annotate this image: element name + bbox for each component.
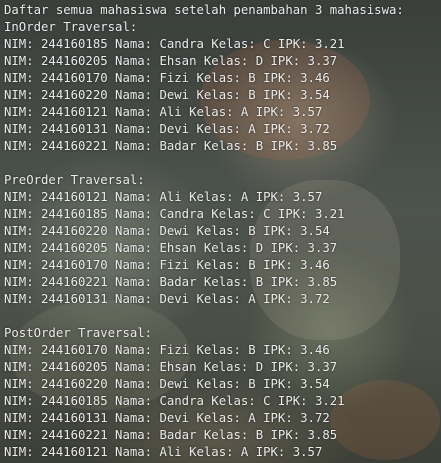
output-line: NIM: 244160221 Nama: Badar Kelas: B IPK:… — [4, 428, 338, 442]
output-line: NIM: 244160205 Nama: Ehsan Kelas: D IPK:… — [4, 360, 338, 374]
terminal-window[interactable]: Daftar semua mahasiswa setelah penambaha… — [0, 0, 441, 463]
output-line: NIM: 244160131 Nama: Devi Kelas: A IPK: … — [4, 411, 330, 425]
output-line: NIM: 244160170 Nama: Fizi Kelas: B IPK: … — [4, 71, 330, 85]
output-heading: Daftar semua mahasiswa setelah penambaha… — [4, 3, 404, 17]
output-line: NIM: 244160221 Nama: Badar Kelas: B IPK:… — [4, 139, 338, 153]
preorder-section-title: PreOrder Traversal: — [4, 173, 145, 187]
output-line: NIM: 244160131 Nama: Devi Kelas: A IPK: … — [4, 122, 330, 136]
output-line: NIM: 244160205 Nama: Ehsan Kelas: D IPK:… — [4, 241, 338, 255]
output-line: NIM: 244160205 Nama: Ehsan Kelas: D IPK:… — [4, 54, 338, 68]
output-line: NIM: 244160220 Nama: Dewi Kelas: B IPK: … — [4, 377, 330, 391]
inorder-section-title: InOrder Traversal: — [4, 20, 138, 34]
output-line: NIM: 244160220 Nama: Dewi Kelas: B IPK: … — [4, 88, 330, 102]
terminal-output: Daftar semua mahasiswa setelah penambaha… — [4, 2, 404, 461]
output-line: NIM: 244160221 Nama: Badar Kelas: B IPK:… — [4, 275, 338, 289]
output-line: NIM: 244160121 Nama: Ali Kelas: A IPK: 3… — [4, 445, 323, 459]
output-line: NIM: 244160170 Nama: Fizi Kelas: B IPK: … — [4, 258, 330, 272]
output-line: NIM: 244160185 Nama: Candra Kelas: C IPK… — [4, 207, 345, 221]
output-line: NIM: 244160170 Nama: Fizi Kelas: B IPK: … — [4, 343, 330, 357]
output-line: NIM: 244160220 Nama: Dewi Kelas: B IPK: … — [4, 224, 330, 238]
postorder-section-title: PostOrder Traversal: — [4, 326, 153, 340]
output-line: NIM: 244160121 Nama: Ali Kelas: A IPK: 3… — [4, 190, 323, 204]
output-line: NIM: 244160131 Nama: Devi Kelas: A IPK: … — [4, 292, 330, 306]
output-line: NIM: 244160185 Nama: Candra Kelas: C IPK… — [4, 394, 345, 408]
output-line: NIM: 244160185 Nama: Candra Kelas: C IPK… — [4, 37, 345, 51]
output-line: NIM: 244160121 Nama: Ali Kelas: A IPK: 3… — [4, 105, 323, 119]
